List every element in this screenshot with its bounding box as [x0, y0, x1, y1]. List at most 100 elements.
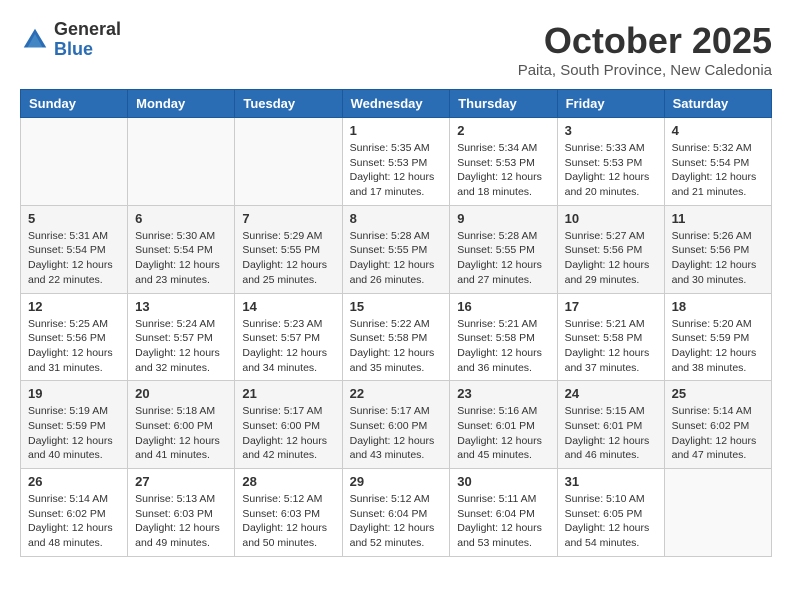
day-number: 24: [565, 386, 657, 401]
day-number: 18: [672, 299, 764, 314]
calendar-cell: 24Sunrise: 5:15 AMSunset: 6:01 PMDayligh…: [557, 381, 664, 469]
calendar-cell: [664, 469, 771, 557]
day-info: Sunrise: 5:29 AMSunset: 5:55 PMDaylight:…: [242, 229, 334, 288]
weekday-header-tuesday: Tuesday: [235, 90, 342, 118]
calendar-cell: 16 Sunrise: 5:21 AMSunset: 5:58 PMDayligh…: [450, 293, 557, 381]
calendar-cell: 3 Sunrise: 5:33 AMSunset: 5:53 PMDaylight…: [557, 118, 664, 206]
day-number: 10: [565, 211, 657, 226]
day-number: 26: [28, 474, 120, 489]
day-number: 20: [135, 386, 227, 401]
day-info: Sunrise: 5:11 AMSunset: 6:04 PMDaylight:…: [457, 492, 549, 551]
weekday-header-row: SundayMondayTuesdayWednesdayThursdayFrid…: [21, 90, 772, 118]
calendar-cell: 21 Sunrise: 5:17 AMSunset: 6:00 PMDayligh…: [235, 381, 342, 469]
day-number: 13: [135, 299, 227, 314]
weekday-header-saturday: Saturday: [664, 90, 771, 118]
day-number: 27: [135, 474, 227, 489]
day-number: 31: [565, 474, 657, 489]
calendar-cell: 23 Sunrise: 5:16 AMSunset: 6:01 PMDayligh…: [450, 381, 557, 469]
day-number: 1: [350, 123, 443, 138]
month-title: October 2025: [518, 20, 772, 62]
weekday-header-thursday: Thursday: [450, 90, 557, 118]
day-info: Sunrise: 5:26 AMSunset: 5:56 PMDaylight:…: [672, 229, 764, 288]
calendar-cell: 26 Sunrise: 5:14 AMSunset: 6:02 PMDayligh…: [21, 469, 128, 557]
calendar-cell: 1 Sunrise: 5:35 AMSunset: 5:53 PMDaylight…: [342, 118, 450, 206]
day-number: 23: [457, 386, 549, 401]
calendar-cell: 7 Sunrise: 5:29 AMSunset: 5:55 PMDaylight…: [235, 205, 342, 293]
day-info: Sunrise: 5:14 AMSunset: 6:02 PMDaylight:…: [28, 492, 120, 551]
day-info: Sunrise: 5:28 AMSunset: 5:55 PMDaylight:…: [457, 229, 549, 288]
day-info: Sunrise: 5:14 AMSunset: 6:02 PMDaylight:…: [672, 404, 764, 463]
calendar-cell: [128, 118, 235, 206]
calendar-week-5: 26 Sunrise: 5:14 AMSunset: 6:02 PMDayligh…: [21, 469, 772, 557]
day-info: Sunrise: 5:17 AMSunset: 6:00 PMDaylight:…: [350, 404, 443, 463]
day-info: Sunrise: 5:22 AMSunset: 5:58 PMDaylight:…: [350, 317, 443, 376]
day-info: Sunrise: 5:35 AMSunset: 5:53 PMDaylight:…: [350, 141, 443, 200]
day-number: 29: [350, 474, 443, 489]
weekday-header-sunday: Sunday: [21, 90, 128, 118]
calendar-cell: [235, 118, 342, 206]
day-info: Sunrise: 5:17 AMSunset: 6:00 PMDaylight:…: [242, 404, 334, 463]
day-number: 9: [457, 211, 549, 226]
day-number: 14: [242, 299, 334, 314]
logo: General Blue: [20, 20, 121, 60]
calendar-cell: 6Sunrise: 5:30 AMSunset: 5:54 PMDaylight…: [128, 205, 235, 293]
calendar-cell: [21, 118, 128, 206]
day-number: 21: [242, 386, 334, 401]
day-number: 8: [350, 211, 443, 226]
calendar-cell: 5Sunrise: 5:31 AMSunset: 5:54 PMDaylight…: [21, 205, 128, 293]
day-info: Sunrise: 5:27 AMSunset: 5:56 PMDaylight:…: [565, 229, 657, 288]
day-info: Sunrise: 5:18 AMSunset: 6:00 PMDaylight:…: [135, 404, 227, 463]
calendar-cell: 8 Sunrise: 5:28 AMSunset: 5:55 PMDaylight…: [342, 205, 450, 293]
weekday-header-monday: Monday: [128, 90, 235, 118]
day-number: 4: [672, 123, 764, 138]
calendar-cell: 22Sunrise: 5:17 AMSunset: 6:00 PMDayligh…: [342, 381, 450, 469]
calendar-cell: 15 Sunrise: 5:22 AMSunset: 5:58 PMDayligh…: [342, 293, 450, 381]
calendar-week-3: 12 Sunrise: 5:25 AMSunset: 5:56 PMDayligh…: [21, 293, 772, 381]
day-number: 12: [28, 299, 120, 314]
calendar-week-1: 1 Sunrise: 5:35 AMSunset: 5:53 PMDaylight…: [21, 118, 772, 206]
calendar-cell: 19Sunrise: 5:19 AMSunset: 5:59 PMDayligh…: [21, 381, 128, 469]
weekday-header-friday: Friday: [557, 90, 664, 118]
logo-text: General Blue: [54, 20, 121, 60]
calendar-cell: 31 Sunrise: 5:10 AMSunset: 6:05 PMDayligh…: [557, 469, 664, 557]
day-info: Sunrise: 5:28 AMSunset: 5:55 PMDaylight:…: [350, 229, 443, 288]
day-info: Sunrise: 5:12 AMSunset: 6:03 PMDaylight:…: [242, 492, 334, 551]
day-info: Sunrise: 5:33 AMSunset: 5:53 PMDaylight:…: [565, 141, 657, 200]
day-info: Sunrise: 5:24 AMSunset: 5:57 PMDaylight:…: [135, 317, 227, 376]
calendar-cell: 20 Sunrise: 5:18 AMSunset: 6:00 PMDayligh…: [128, 381, 235, 469]
weekday-header-wednesday: Wednesday: [342, 90, 450, 118]
day-number: 11: [672, 211, 764, 226]
day-info: Sunrise: 5:16 AMSunset: 6:01 PMDaylight:…: [457, 404, 549, 463]
day-number: 3: [565, 123, 657, 138]
day-number: 17: [565, 299, 657, 314]
day-info: Sunrise: 5:34 AMSunset: 5:53 PMDaylight:…: [457, 141, 549, 200]
day-info: Sunrise: 5:30 AMSunset: 5:54 PMDaylight:…: [135, 229, 227, 288]
calendar-cell: 18Sunrise: 5:20 AMSunset: 5:59 PMDayligh…: [664, 293, 771, 381]
day-number: 7: [242, 211, 334, 226]
calendar-cell: 12 Sunrise: 5:25 AMSunset: 5:56 PMDayligh…: [21, 293, 128, 381]
calendar-cell: 29 Sunrise: 5:12 AMSunset: 6:04 PMDayligh…: [342, 469, 450, 557]
calendar-cell: 11 Sunrise: 5:26 AMSunset: 5:56 PMDayligh…: [664, 205, 771, 293]
page-header: General Blue October 2025 Paita, South P…: [20, 20, 772, 79]
day-info: Sunrise: 5:12 AMSunset: 6:04 PMDaylight:…: [350, 492, 443, 551]
calendar-cell: 30 Sunrise: 5:11 AMSunset: 6:04 PMDayligh…: [450, 469, 557, 557]
day-info: Sunrise: 5:25 AMSunset: 5:56 PMDaylight:…: [28, 317, 120, 376]
day-number: 5: [28, 211, 120, 226]
logo-general: General: [54, 20, 121, 40]
day-number: 25: [672, 386, 764, 401]
location-subtitle: Paita, South Province, New Caledonia: [518, 62, 772, 79]
calendar-cell: 14Sunrise: 5:23 AMSunset: 5:57 PMDayligh…: [235, 293, 342, 381]
day-info: Sunrise: 5:19 AMSunset: 5:59 PMDaylight:…: [28, 404, 120, 463]
day-number: 16: [457, 299, 549, 314]
day-number: 30: [457, 474, 549, 489]
day-number: 2: [457, 123, 549, 138]
title-block: October 2025 Paita, South Province, New …: [518, 20, 772, 79]
day-info: Sunrise: 5:21 AMSunset: 5:58 PMDaylight:…: [457, 317, 549, 376]
calendar-cell: 4Sunrise: 5:32 AMSunset: 5:54 PMDaylight…: [664, 118, 771, 206]
day-info: Sunrise: 5:13 AMSunset: 6:03 PMDaylight:…: [135, 492, 227, 551]
calendar-week-2: 5Sunrise: 5:31 AMSunset: 5:54 PMDaylight…: [21, 205, 772, 293]
day-number: 15: [350, 299, 443, 314]
calendar-cell: 17Sunrise: 5:21 AMSunset: 5:58 PMDayligh…: [557, 293, 664, 381]
day-info: Sunrise: 5:10 AMSunset: 6:05 PMDaylight:…: [565, 492, 657, 551]
calendar-cell: 9 Sunrise: 5:28 AMSunset: 5:55 PMDaylight…: [450, 205, 557, 293]
